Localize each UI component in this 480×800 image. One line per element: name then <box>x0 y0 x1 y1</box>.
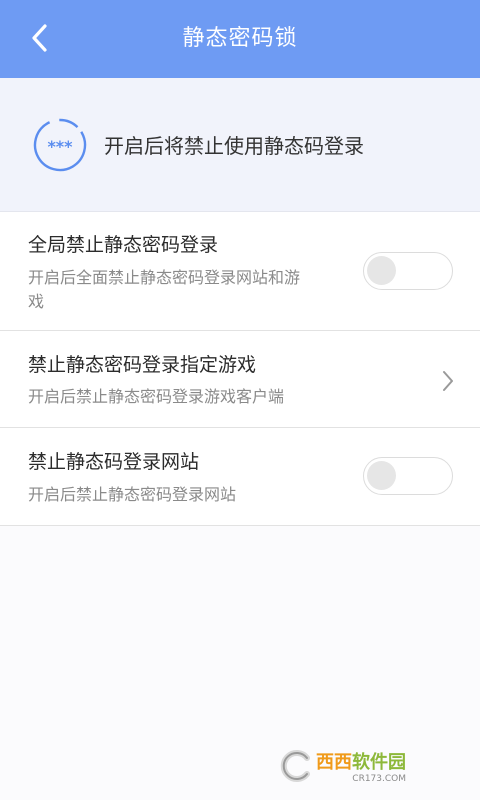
watermark-name: 西西软件园 <box>316 752 406 773</box>
setting-global-disable: 全局禁止静态密码登录 开启后全面禁止静态密码登录网站和游 戏 <box>0 212 480 331</box>
chevron-right-icon <box>443 371 453 391</box>
watermark-c-icon <box>280 750 310 782</box>
setting-desc: 开启后禁止静态密码登录网站 <box>28 485 237 504</box>
svg-text:***: *** <box>47 137 73 156</box>
setting-title: 禁止静态密码登录指定游戏 <box>28 354 257 376</box>
title-bar: 静态密码锁 <box>0 0 480 78</box>
setting-desc: 开启后禁止静态密码登录游戏客户端 <box>28 387 285 406</box>
global-disable-toggle[interactable] <box>363 252 453 290</box>
website-disable-toggle[interactable] <box>363 457 453 495</box>
settings-list: 全局禁止静态密码登录 开启后全面禁止静态密码登录网站和游 戏 禁止静态密码登录指… <box>0 212 480 526</box>
password-lock-icon: *** <box>33 118 87 172</box>
setting-disable-website: 禁止静态码登录网站 开启后禁止静态密码登录网站 <box>0 428 480 526</box>
setting-desc: 开启后全面禁止静态密码登录网站和游 戏 <box>28 268 301 311</box>
toggle-knob <box>367 256 396 285</box>
info-banner: *** 开启后将禁止使用静态码登录 <box>0 78 480 212</box>
watermark-logo: 西西软件园 CR173.COM <box>280 746 460 786</box>
watermark-domain: CR173.COM <box>352 774 406 784</box>
toggle-knob <box>367 461 396 490</box>
setting-disable-game[interactable]: 禁止静态密码登录指定游戏 开启后禁止静态密码登录游戏客户端 <box>0 331 480 428</box>
setting-title: 全局禁止静态密码登录 <box>28 234 219 256</box>
setting-title: 禁止静态码登录网站 <box>28 451 200 473</box>
page-title: 静态密码锁 <box>182 26 298 51</box>
banner-text: 开启后将禁止使用静态码登录 <box>104 134 364 158</box>
